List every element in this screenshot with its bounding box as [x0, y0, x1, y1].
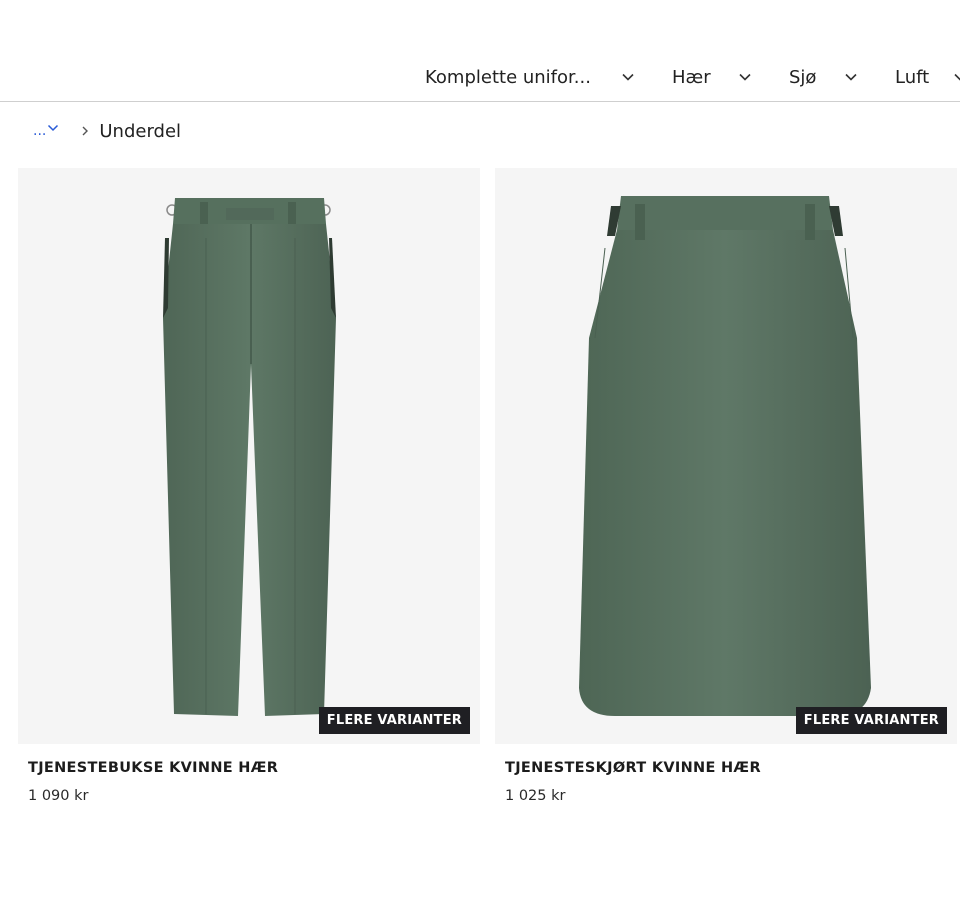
nav-item-label: Hær	[672, 66, 711, 88]
skirt-image	[579, 196, 871, 716]
more-variants-badge: FLERE VARIANTER	[795, 707, 947, 734]
product-price: 1 090 kr	[28, 788, 89, 804]
more-variants-badge: FLERE VARIANTER	[318, 707, 470, 734]
product-title[interactable]: TJENESTESKJØRT KVINNE HÆR	[505, 760, 957, 776]
breadcrumb-more-button[interactable]: ...	[33, 123, 59, 139]
breadcrumb-current: Underdel	[99, 120, 182, 142]
breadcrumb: ... Underdel	[33, 118, 181, 144]
nav-item-luft[interactable]: Luft	[895, 64, 960, 90]
product-title[interactable]: TJENESTEBUKSE KVINNE HÆR	[28, 760, 480, 776]
product-card[interactable]: FLERE VARIANTER TJENESTESKJØRT KVINNE HÆ…	[495, 168, 957, 804]
nav-item-haer[interactable]: Hær	[672, 64, 751, 90]
chevron-down-icon	[738, 70, 752, 84]
chevron-down-icon	[621, 70, 635, 84]
chevron-down-icon	[953, 70, 960, 84]
chevron-down-icon	[48, 124, 59, 132]
trousers-image	[163, 198, 336, 716]
breadcrumb-more-label: ...	[33, 123, 47, 139]
top-navigation: Komplette unifor... Hær Sjø Luft	[0, 0, 960, 102]
nav-item-label: Komplette unifor...	[425, 66, 591, 88]
nav-item-label: Sjø	[789, 66, 817, 88]
nav-item-sjo[interactable]: Sjø	[789, 64, 857, 90]
product-image[interactable]: FLERE VARIANTER	[495, 168, 957, 744]
nav-item-komplette-uniformer[interactable]: Komplette unifor...	[425, 64, 634, 90]
chevron-right-icon	[81, 125, 89, 137]
product-image[interactable]: FLERE VARIANTER	[18, 168, 480, 744]
product-price: 1 025 kr	[505, 788, 566, 804]
nav-item-label: Luft	[895, 66, 930, 88]
product-card[interactable]: FLERE VARIANTER TJENESTEBUKSE KVINNE HÆR…	[18, 168, 480, 804]
chevron-down-icon	[844, 70, 858, 84]
